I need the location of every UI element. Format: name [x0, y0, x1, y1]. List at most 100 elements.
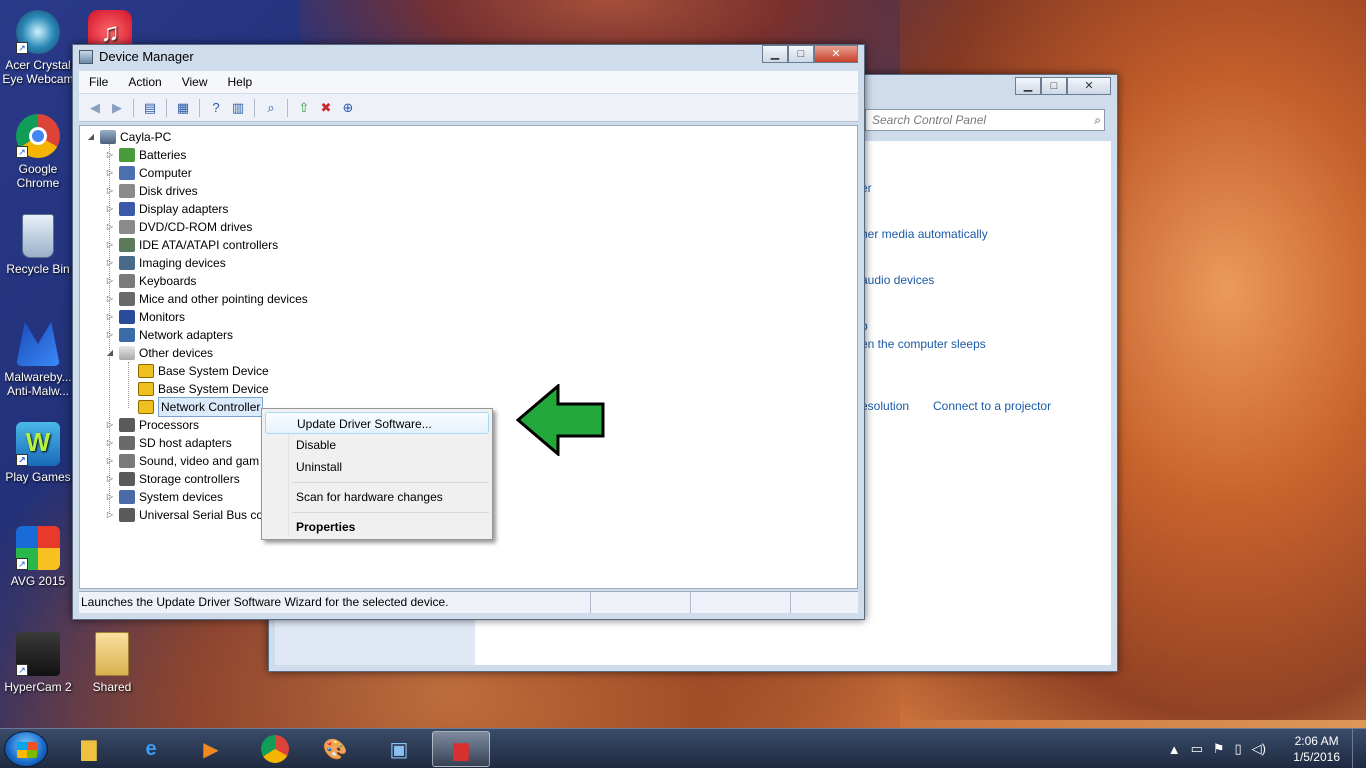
menu-item-disable[interactable]: Disable: [265, 434, 489, 456]
desktop-icon-hypercam[interactable]: ↗ HyperCam 2: [0, 632, 76, 694]
expand-icon[interactable]: ▷: [105, 434, 115, 452]
properties-icon[interactable]: ▦: [173, 99, 193, 117]
menu-file[interactable]: File: [79, 71, 118, 93]
taskbar-device-manager[interactable]: ▆: [432, 731, 490, 767]
enable-device-icon[interactable]: ⊕: [338, 99, 358, 117]
tree-category[interactable]: ▷ Computer: [105, 164, 192, 182]
taskbar-ie[interactable]: e: [122, 731, 180, 767]
control-panel-link[interactable]: esolution: [861, 399, 909, 413]
expand-icon[interactable]: ▷: [105, 146, 115, 164]
maximize-button[interactable]: □: [788, 45, 814, 63]
control-panel-icon: ▣: [389, 738, 409, 761]
collapse-icon[interactable]: ◢: [105, 344, 115, 362]
tree-category[interactable]: ▷ System devices: [105, 488, 223, 506]
search-icon[interactable]: ⌕: [1094, 113, 1101, 128]
expand-icon[interactable]: ▷: [105, 272, 115, 290]
menu-item-update-driver[interactable]: Update Driver Software...: [265, 412, 489, 434]
start-button[interactable]: [4, 731, 48, 767]
taskbar-paint[interactable]: 🎨: [306, 731, 364, 767]
show-hidden-icons[interactable]: ▲: [1168, 742, 1181, 757]
help-icon[interactable]: ?: [206, 99, 226, 117]
tree-category[interactable]: ▷ SD host adapters: [105, 434, 232, 452]
expand-icon[interactable]: ▷: [105, 236, 115, 254]
expand-icon[interactable]: ▷: [105, 290, 115, 308]
close-button[interactable]: ✕: [1067, 77, 1111, 95]
tree-category[interactable]: ▷ Processors: [105, 416, 199, 434]
desktop-icon-malwarebytes[interactable]: Malwareby... Anti-Malw...: [0, 322, 76, 398]
scan-hardware-icon[interactable]: ⌕: [261, 99, 281, 117]
uninstall-icon[interactable]: ✖: [316, 99, 336, 117]
desktop-icon-webcam[interactable]: ↗ Acer Crystal Eye Webcam: [0, 10, 76, 86]
tree-category[interactable]: ▷ Imaging devices: [105, 254, 226, 272]
tree-category[interactable]: ▷ Universal Serial Bus co: [105, 506, 263, 524]
show-desktop-button[interactable]: [1352, 729, 1366, 768]
back-arrow-icon[interactable]: ◀: [85, 99, 105, 117]
tree-device-base-system[interactable]: Base System Device: [138, 362, 269, 380]
expand-icon[interactable]: ▷: [105, 218, 115, 236]
menu-help[interactable]: Help: [218, 71, 263, 93]
tree-category-other-devices[interactable]: ◢ Other devices: [105, 344, 213, 362]
control-panel-link[interactable]: en the computer sleeps: [861, 337, 986, 351]
expand-icon[interactable]: ▷: [105, 182, 115, 200]
expand-icon[interactable]: ▷: [105, 200, 115, 218]
desktop-icon-shared[interactable]: Shared: [74, 632, 150, 694]
expand-icon[interactable]: ▷: [105, 254, 115, 272]
tree-category[interactable]: ▷ Display adapters: [105, 200, 228, 218]
desktop-icon-chrome[interactable]: ↗ Google Chrome: [0, 114, 76, 190]
action-center-flag-icon[interactable]: ⚑: [1213, 741, 1225, 757]
warning-icon: [138, 400, 154, 414]
tree-category[interactable]: ▷ IDE ATA/ATAPI controllers: [105, 236, 278, 254]
tree-category[interactable]: ▷ Monitors: [105, 308, 185, 326]
control-panel-link[interactable]: audio devices: [861, 273, 934, 287]
taskbar-media-player[interactable]: ▶: [182, 731, 240, 767]
minimize-button[interactable]: ▁: [1015, 77, 1041, 95]
collapse-icon[interactable]: ◢: [86, 128, 96, 146]
tree-category[interactable]: ▷ Keyboards: [105, 272, 196, 290]
tree-category[interactable]: ▷ Mice and other pointing devices: [105, 290, 308, 308]
console-tree-icon[interactable]: ▤: [140, 99, 160, 117]
expand-icon[interactable]: ▷: [105, 470, 115, 488]
action-pane-icon[interactable]: ▥: [228, 99, 248, 117]
clock[interactable]: 2:06 AM 1/5/2016: [1293, 733, 1340, 765]
expand-icon[interactable]: ▷: [105, 308, 115, 326]
taskbar-control-panel[interactable]: ▣: [370, 731, 428, 767]
expand-icon[interactable]: ▷: [105, 452, 115, 470]
desktop-icon-games[interactable]: W ↗ Play Games: [0, 422, 76, 484]
close-button[interactable]: ✕: [814, 45, 858, 63]
network-icon[interactable]: ▭: [1191, 741, 1203, 757]
tree-device-base-system[interactable]: Base System Device: [138, 380, 269, 398]
battery-icon[interactable]: ▯: [1235, 741, 1242, 757]
menu-item-properties[interactable]: Properties: [265, 516, 489, 538]
tree-category[interactable]: ▷ Batteries: [105, 146, 186, 164]
control-panel-link[interactable]: Connect to a projector: [933, 399, 1051, 413]
control-panel-link[interactable]: her media automatically: [861, 227, 988, 241]
menu-item-scan-hardware[interactable]: Scan for hardware changes: [265, 486, 489, 508]
volume-icon[interactable]: ◁): [1252, 741, 1266, 757]
menu-item-uninstall[interactable]: Uninstall: [265, 456, 489, 478]
search-input[interactable]: Search Control Panel: [865, 109, 1105, 131]
tree-device-network-controller[interactable]: Network Controller: [138, 397, 264, 417]
paint-palette-icon: 🎨: [322, 738, 348, 761]
expand-icon[interactable]: ▷: [105, 326, 115, 344]
desktop-icon-recycle-bin[interactable]: Recycle Bin: [0, 214, 76, 276]
title-bar[interactable]: Device Manager ▁ □ ✕: [73, 45, 864, 69]
tree-category[interactable]: ▷ Storage controllers: [105, 470, 240, 488]
taskbar-chrome[interactable]: [246, 731, 304, 767]
tree-category[interactable]: ▷ DVD/CD-ROM drives: [105, 218, 252, 236]
tree-category[interactable]: ▷ Network adapters: [105, 326, 233, 344]
taskbar-explorer[interactable]: ▇: [60, 731, 118, 767]
expand-icon[interactable]: ▷: [105, 164, 115, 182]
maximize-button[interactable]: □: [1041, 77, 1067, 95]
expand-icon[interactable]: ▷: [105, 488, 115, 506]
desktop-icon-avg[interactable]: ↗ AVG 2015: [0, 526, 76, 588]
tree-category[interactable]: ▷ Disk drives: [105, 182, 198, 200]
update-driver-icon[interactable]: ⇧: [294, 99, 314, 117]
menu-action[interactable]: Action: [118, 71, 171, 93]
expand-icon[interactable]: ▷: [105, 416, 115, 434]
forward-arrow-icon[interactable]: ▶: [107, 99, 127, 117]
tree-category[interactable]: ▷ Sound, video and gam: [105, 452, 259, 470]
minimize-button[interactable]: ▁: [762, 45, 788, 63]
tree-root[interactable]: ◢ Cayla-PC: [86, 128, 171, 146]
expand-icon[interactable]: ▷: [105, 506, 115, 524]
menu-view[interactable]: View: [172, 71, 218, 93]
